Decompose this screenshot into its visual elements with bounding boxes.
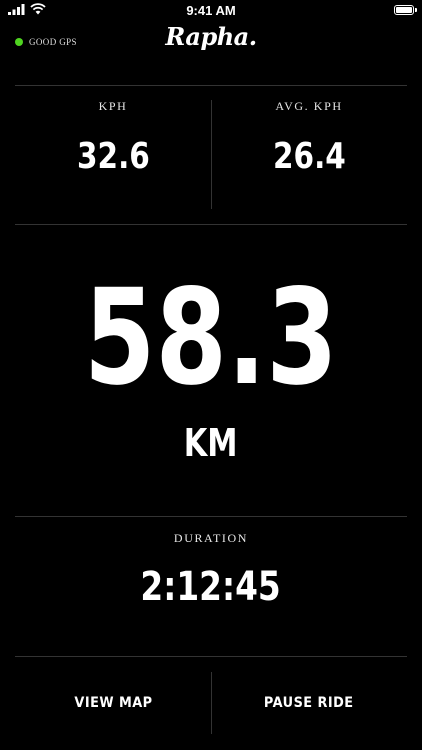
distance-unit-text: KM	[184, 421, 238, 465]
kph-value: 32.6	[15, 134, 211, 180]
kph-label: KPH	[98, 99, 128, 113]
status-bar: 9:41 AM	[0, 0, 422, 22]
duration-label: DURATION	[173, 531, 249, 545]
duration-value-text: 2:12:45	[140, 564, 282, 610]
status-time: 9:41 AM	[186, 3, 236, 18]
kph-value-text: 32.6	[76, 136, 150, 177]
distance-unit: KM	[0, 420, 422, 466]
avg-kph-label: AVG. KPH	[275, 99, 343, 113]
distance-value-text: 58.3	[83, 261, 339, 415]
view-map-label: VIEW MAP	[73, 695, 153, 711]
divider-bottom	[15, 656, 407, 657]
divider-top	[15, 85, 407, 86]
rapha-logo: Rapha.	[165, 22, 257, 51]
distance-value: 58.3	[0, 268, 422, 408]
duration-value: 2:12:45	[0, 564, 422, 610]
avg-kph-value: 26.4	[211, 134, 407, 180]
view-map-button[interactable]: VIEW MAP	[15, 672, 211, 734]
battery-icon	[394, 5, 417, 15]
avg-kph-value-text: 26.4	[272, 136, 346, 177]
divider-middle	[15, 224, 407, 225]
pause-ride-label: PAUSE RIDE	[264, 695, 354, 711]
divider-duration	[15, 516, 407, 517]
pause-ride-button[interactable]: PAUSE RIDE	[211, 672, 407, 734]
